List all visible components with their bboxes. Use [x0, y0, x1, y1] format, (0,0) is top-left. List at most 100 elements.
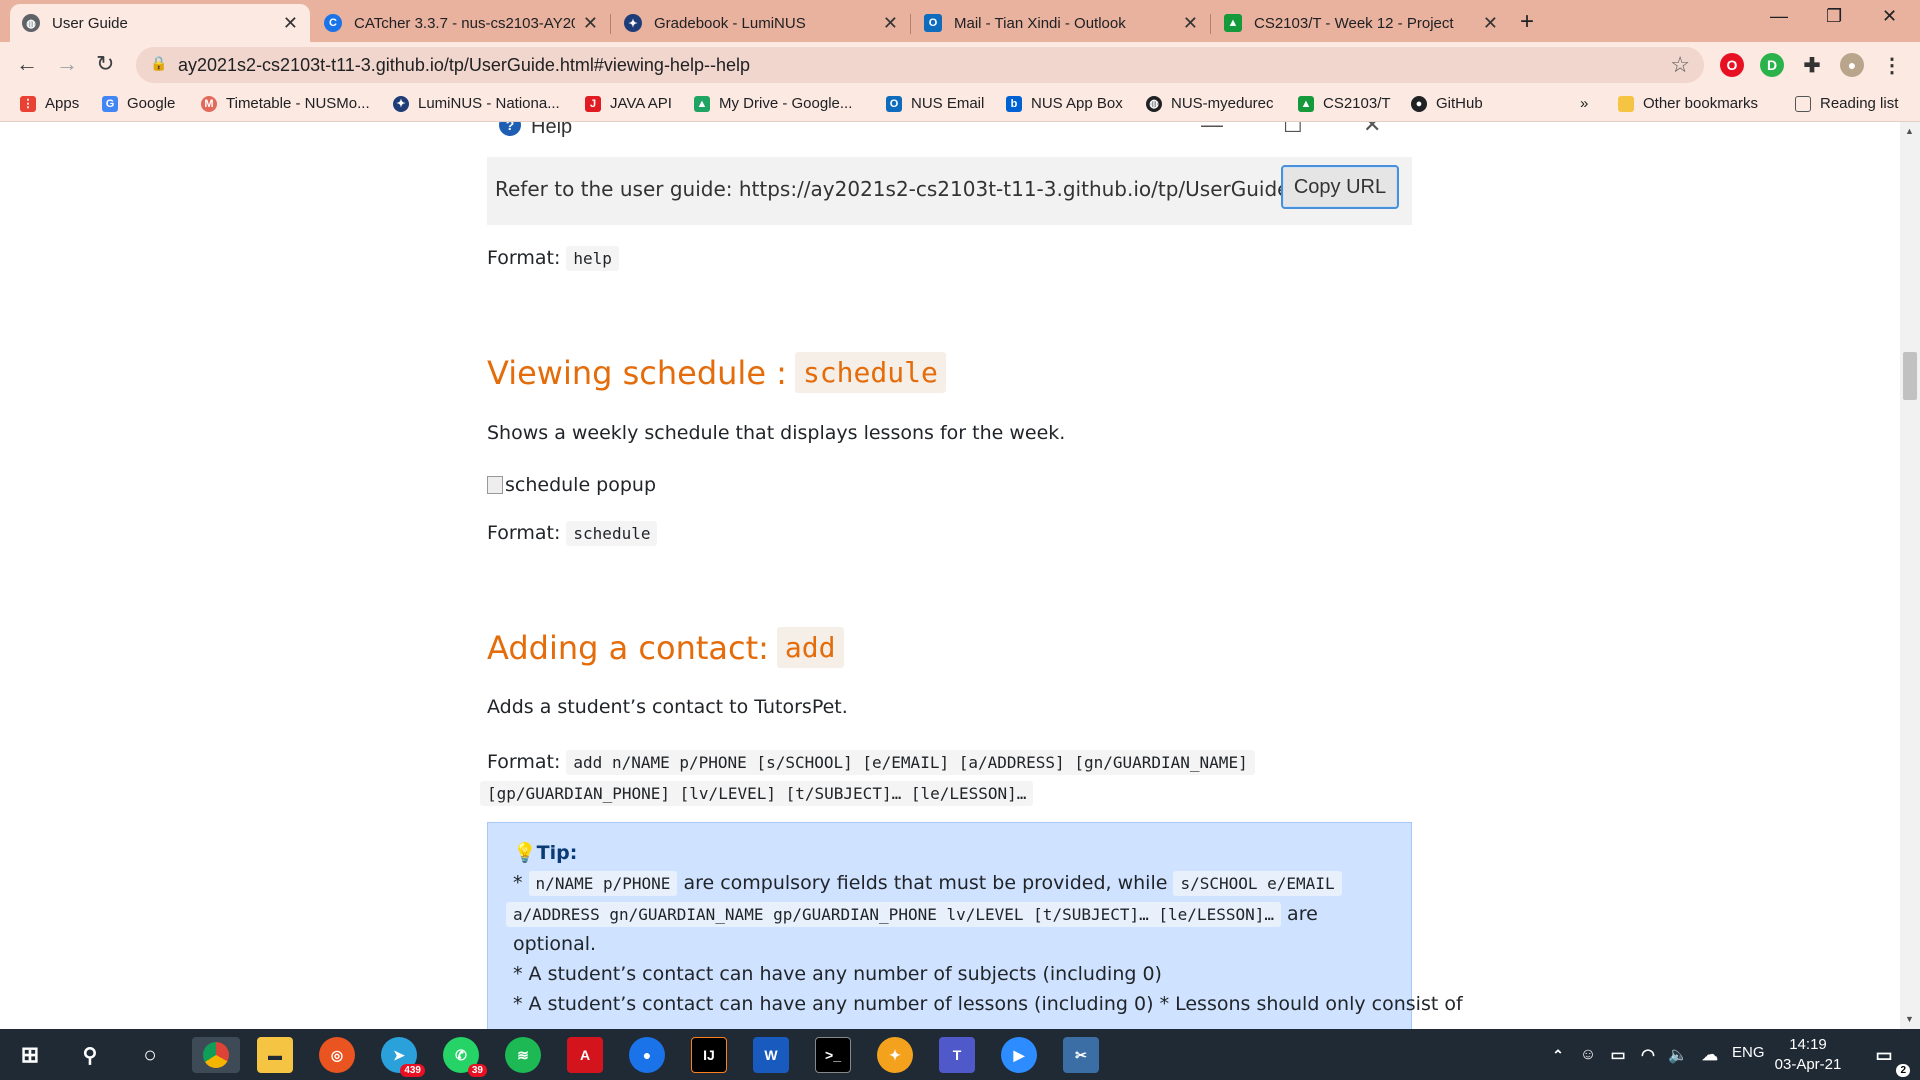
language-indicator[interactable]: ENG	[1732, 1044, 1765, 1061]
tab-strip: ◍ User Guide ✕ C CATcher 3.3.7 - nus-cs2…	[0, 0, 1920, 42]
url-text[interactable]: ay2021s2-cs2103t-t11-3.github.io/tp/User…	[178, 55, 750, 76]
volume-icon[interactable]: 🔈	[1660, 1037, 1696, 1073]
google-icon: G	[102, 95, 118, 112]
heading-viewing-schedule[interactable]: Viewing schedule : schedule	[487, 352, 946, 393]
browser-toolbar: ← → ↻ 🔒 ay2021s2-cs2103t-t11-3.github.io…	[0, 42, 1920, 88]
reload-icon[interactable]: ↻	[96, 51, 114, 77]
close-icon[interactable]: ✕	[583, 13, 598, 34]
bookmarks-overflow-button[interactable]: »	[1580, 95, 1588, 112]
tip-line: * A student’s contact can have any numbe…	[513, 963, 1162, 985]
maps-pin-icon[interactable]: ●	[629, 1037, 665, 1073]
spotify-icon[interactable]: ≋	[505, 1037, 541, 1073]
tab-user-guide[interactable]: ◍ User Guide ✕	[10, 4, 310, 42]
telegram-badge: 439	[400, 1064, 425, 1077]
bookmark-other[interactable]: Other bookmarks	[1618, 95, 1758, 112]
bookmark-label: My Drive - Google...	[719, 95, 853, 112]
vertical-scrollbar[interactable]: ▲ ▼	[1900, 122, 1920, 1029]
zoom-icon[interactable]: ▶	[1001, 1037, 1037, 1073]
reading-list-button[interactable]: Reading list	[1795, 95, 1898, 112]
window-close-icon[interactable]: ✕	[1882, 6, 1897, 27]
snipping-tool-icon[interactable]: ✂	[1063, 1037, 1099, 1073]
tab-separator	[610, 14, 611, 34]
lizard-app-icon[interactable]: ✦	[877, 1037, 913, 1073]
acrobat-icon[interactable]: A	[567, 1037, 603, 1073]
bookmark-label: LumiNUS - Nationa...	[418, 95, 560, 112]
tab-catcher[interactable]: C CATcher 3.3.7 - nus-cs2103-AY20 ✕	[312, 4, 610, 42]
tip-line: * n/NAME p/PHONE are compulsory fields t…	[513, 871, 1342, 896]
bookmark-java-api[interactable]: J JAVA API	[585, 95, 672, 112]
bookmark-nus-app-box[interactable]: b NUS App Box	[1006, 95, 1123, 112]
extensions-puzzle-icon[interactable]: ✚	[1800, 53, 1824, 77]
forward-icon[interactable]: →	[56, 51, 78, 77]
bookmark-luminus[interactable]: ✦ LumiNUS - Nationa...	[393, 95, 560, 112]
bookmark-myedurec[interactable]: ◍ NUS-myedurec	[1146, 95, 1274, 112]
restore-icon[interactable]: ❐	[1826, 6, 1842, 27]
windows-taskbar: ⊞ ⚲ ○ ▬ ◎ ➤ 439 ✆ 39 ≋ A ● IJ W >_ ✦ T ▶ ✂…	[0, 1029, 1920, 1080]
word-icon[interactable]: W	[753, 1037, 789, 1073]
close-icon[interactable]: ✕	[283, 13, 298, 34]
tab-title: Mail - Tian Xindi - Outlook	[954, 14, 1126, 32]
file-explorer-icon[interactable]: ▬	[257, 1037, 293, 1073]
opera-adblock-icon[interactable]: O	[1720, 53, 1744, 77]
chrome-icon[interactable]	[192, 1037, 240, 1073]
notifications-icon[interactable]: ▭ 2	[1866, 1037, 1910, 1077]
folder-icon	[1618, 95, 1634, 112]
bookmark-nusmods[interactable]: M Timetable - NUSMo...	[201, 95, 370, 112]
add-description: Adds a student’s contact to TutorsPet.	[487, 696, 848, 718]
tab-outlook[interactable]: O Mail - Tian Xindi - Outlook ✕	[912, 4, 1210, 42]
bookmark-google[interactable]: G Google	[102, 95, 175, 112]
schedule-description: Shows a weekly schedule that displays le…	[487, 422, 1066, 444]
help-window-screenshot: ? Help — ☐ ✕ Refer to the user guide: ht…	[487, 122, 1412, 225]
format-code: schedule	[566, 521, 658, 546]
bookmark-apps[interactable]: ⋮ Apps	[20, 95, 79, 112]
heading-code: add	[776, 627, 844, 668]
ubuntu-icon[interactable]: ◎	[319, 1037, 355, 1073]
teams-icon[interactable]: T	[939, 1037, 975, 1073]
drive-icon: ▲	[694, 95, 710, 112]
whatsapp-icon[interactable]: ✆ 39	[443, 1037, 487, 1077]
bookmark-label: NUS Email	[911, 95, 985, 112]
bookmark-nus-email[interactable]: O NUS Email	[886, 95, 984, 112]
scrollbar-thumb[interactable]	[1903, 352, 1917, 400]
new-tab-button[interactable]: +	[1520, 8, 1534, 36]
profile-avatar[interactable]: ●	[1840, 53, 1864, 77]
broken-image-icon	[487, 476, 503, 494]
tab-cs2103[interactable]: ▲ CS2103/T - Week 12 - Project ✕	[1212, 4, 1510, 42]
scroll-down-icon[interactable]: ▼	[1905, 1014, 1914, 1024]
minimize-icon[interactable]: —	[1770, 6, 1788, 27]
scroll-up-icon[interactable]: ▲	[1905, 126, 1914, 136]
bookmark-drive[interactable]: ▲ My Drive - Google...	[694, 95, 852, 112]
help-format-line: Format: help	[487, 246, 619, 271]
reading-list-icon	[1795, 95, 1811, 112]
clock-time: 14:19	[1789, 1036, 1827, 1053]
lock-icon[interactable]: 🔒	[150, 55, 167, 72]
close-icon[interactable]: ✕	[883, 13, 898, 34]
bookmark-github[interactable]: ● GitHub	[1411, 95, 1483, 112]
help-window-titlebar: ? Help — ☐ ✕	[487, 122, 1412, 157]
tab-title: CATcher 3.3.7 - nus-cs2103-AY20	[354, 14, 575, 32]
graduation-cap-icon: ▲	[1224, 14, 1242, 32]
terminal-icon[interactable]: >_	[815, 1037, 851, 1073]
tab-gradebook[interactable]: ✦ Gradebook - LumiNUS ✕	[612, 4, 910, 42]
bookmark-label: GitHub	[1436, 95, 1483, 112]
close-icon[interactable]: ✕	[1483, 13, 1498, 34]
telegram-icon[interactable]: ➤ 439	[381, 1037, 425, 1077]
extension-green-icon[interactable]: D	[1760, 53, 1784, 77]
back-icon[interactable]: ←	[16, 51, 38, 77]
windows-start-icon[interactable]: ⊞	[12, 1037, 48, 1073]
tip-line: optional.	[513, 933, 597, 955]
onedrive-icon[interactable]: ☁	[1692, 1037, 1728, 1073]
intellij-icon[interactable]: IJ	[691, 1037, 727, 1073]
cortana-icon[interactable]: ○	[132, 1037, 168, 1073]
heading-text: Viewing schedule :	[487, 353, 787, 392]
clock[interactable]: 14:19 03-Apr-21	[1768, 1035, 1848, 1075]
address-bar[interactable]: 🔒 ay2021s2-cs2103t-t11-3.github.io/tp/Us…	[136, 47, 1704, 83]
bookmark-cs2103t[interactable]: ▲ CS2103/T	[1298, 95, 1391, 112]
menu-kebab-icon[interactable]: ⋮	[1880, 53, 1904, 77]
close-icon[interactable]: ✕	[1183, 13, 1198, 34]
bookmark-star-icon[interactable]: ☆	[1670, 52, 1690, 78]
globe-icon: ◍	[1146, 95, 1162, 112]
apps-grid-icon: ⋮	[20, 95, 36, 112]
search-icon[interactable]: ⚲	[72, 1037, 108, 1073]
heading-adding-contact[interactable]: Adding a contact: add	[487, 627, 844, 668]
